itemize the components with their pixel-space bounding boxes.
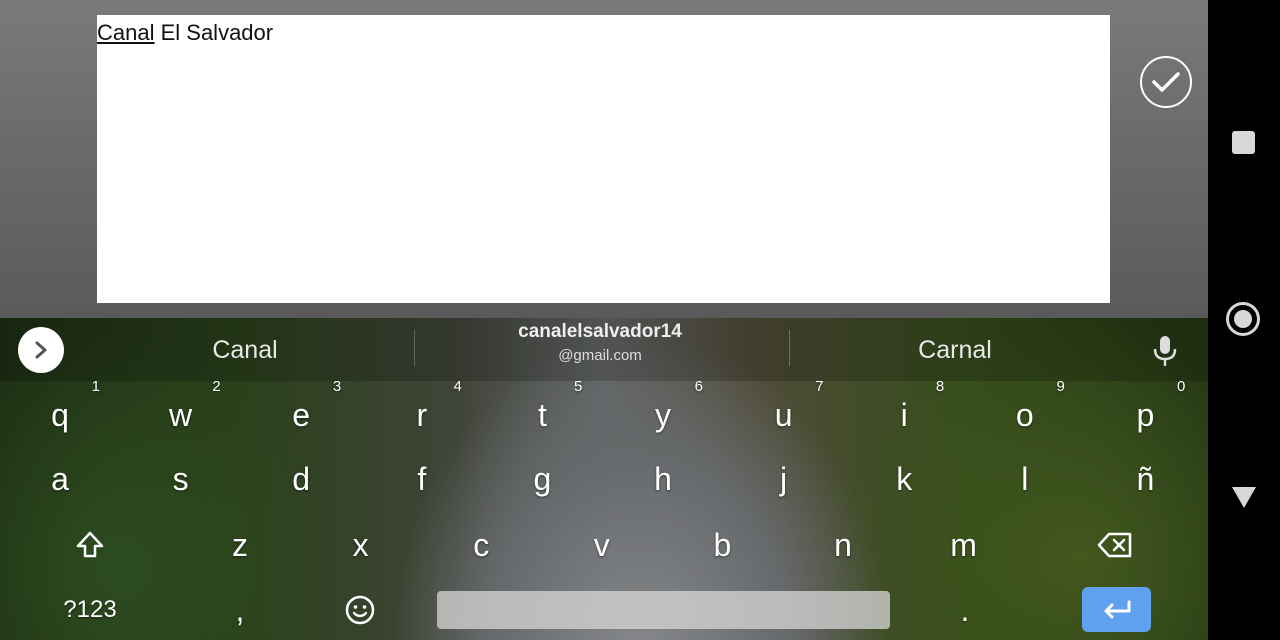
key-i[interactable]: i8 — [854, 378, 954, 445]
key-label: f — [417, 461, 427, 497]
key-h[interactable]: h — [613, 449, 713, 509]
key-x[interactable]: x — [311, 515, 411, 575]
extract-edit-area: Canal El Salvador — [0, 0, 1208, 318]
emoji-icon — [345, 595, 375, 625]
key-label: y — [655, 397, 671, 433]
suggestion-middle-line1: canalelsalvador14 — [518, 321, 682, 342]
back-icon[interactable] — [1232, 487, 1256, 508]
home-icon[interactable] — [1226, 302, 1260, 336]
voice-input-button[interactable] — [1150, 334, 1180, 368]
key-label: c — [473, 527, 490, 563]
suggestion-middle[interactable]: canalelsalvador14 @gmail.com — [430, 321, 770, 364]
key-number-hint: 8 — [935, 378, 945, 395]
key-label: ñ — [1136, 461, 1155, 497]
key-label: b — [713, 527, 732, 563]
key-number-hint: 4 — [453, 378, 462, 395]
key-p[interactable]: p0 — [1095, 378, 1195, 445]
chevron-right-icon — [35, 341, 47, 359]
key-label: h — [654, 461, 672, 497]
microphone-icon — [1153, 336, 1177, 366]
key-o[interactable]: o9 — [975, 378, 1075, 445]
period-key[interactable]: . — [915, 580, 1015, 640]
suggestion-right[interactable]: Carnal — [860, 336, 1050, 365]
key-label: e — [292, 397, 311, 433]
key-e[interactable]: e3 — [251, 378, 351, 445]
key-label: o — [1015, 397, 1034, 433]
key-number-hint: 0 — [1177, 378, 1186, 395]
key-label: i — [900, 397, 908, 433]
key-number-hint: 2 — [212, 378, 221, 395]
shift-icon — [76, 531, 104, 558]
key-l[interactable]: l — [975, 449, 1075, 509]
key-label: w — [169, 397, 193, 433]
key-ñ[interactable]: ñ — [1095, 449, 1195, 509]
emoji-key[interactable] — [310, 580, 410, 640]
key-r[interactable]: r4 — [372, 378, 472, 445]
key-n[interactable]: n — [793, 515, 893, 575]
key-y[interactable]: y6 — [613, 378, 713, 445]
key-label: t — [537, 397, 547, 433]
key-u[interactable]: u7 — [734, 378, 834, 445]
key-w[interactable]: w2 — [131, 378, 231, 445]
suggestion-left[interactable]: Canal — [150, 336, 340, 365]
suggestion-middle-line2: @gmail.com — [558, 347, 642, 364]
key-label: m — [950, 527, 977, 563]
key-label: x — [352, 527, 369, 563]
key-q[interactable]: q1 — [10, 378, 110, 445]
backspace-key[interactable] — [1065, 515, 1165, 575]
keyboard: Canal canalelsalvador14 @gmail.com Carna… — [0, 318, 1208, 640]
key-label: z — [232, 527, 248, 563]
key-k[interactable]: k — [854, 449, 954, 509]
backspace-icon — [1097, 532, 1132, 558]
key-number-hint: 3 — [332, 378, 342, 395]
key-f[interactable]: f — [372, 449, 472, 509]
key-label: l — [1021, 461, 1029, 497]
key-label: r — [416, 397, 428, 433]
suggestion-divider — [414, 330, 415, 366]
key-b[interactable]: b — [672, 515, 772, 575]
recents-icon[interactable] — [1232, 131, 1255, 154]
key-label: q — [51, 397, 69, 433]
key-j[interactable]: j — [734, 449, 834, 509]
key-number-hint: 9 — [1056, 378, 1065, 395]
key-label: k — [896, 461, 913, 497]
key-label: j — [780, 461, 788, 497]
key-label: p — [1136, 397, 1155, 433]
key-m[interactable]: m — [914, 515, 1014, 575]
composing-word: Canal — [97, 20, 155, 45]
suggestion-strip: Canal canalelsalvador14 @gmail.com Carna… — [0, 318, 1208, 381]
key-number-hint: 7 — [815, 378, 824, 395]
key-label: g — [533, 461, 552, 497]
check-icon — [1152, 72, 1180, 92]
key-number-hint: 6 — [694, 378, 703, 395]
enter-key[interactable] — [1082, 587, 1151, 632]
key-number-hint: 5 — [574, 378, 583, 395]
done-button[interactable] — [1140, 56, 1192, 108]
expand-toolbar-button[interactable] — [18, 327, 64, 373]
key-label: n — [834, 527, 852, 563]
comma-key[interactable]: , — [190, 580, 290, 640]
key-s[interactable]: s — [131, 449, 231, 509]
edit-text: El Salvador — [154, 20, 274, 45]
navigation-bar — [1208, 0, 1280, 640]
key-c[interactable]: c — [431, 515, 531, 575]
key-number-hint: 1 — [91, 378, 100, 395]
key-label: s — [172, 461, 189, 497]
space-key[interactable] — [437, 591, 890, 629]
key-label: u — [774, 397, 793, 433]
key-label: d — [292, 461, 311, 497]
text-edit-field[interactable]: Canal El Salvador — [97, 15, 1110, 303]
key-v[interactable]: v — [552, 515, 652, 575]
key-label: a — [51, 461, 69, 497]
key-t[interactable]: t5 — [492, 378, 592, 445]
shift-key[interactable] — [40, 515, 140, 575]
enter-icon — [1104, 600, 1130, 618]
key-d[interactable]: d — [251, 449, 351, 509]
suggestion-divider — [789, 330, 790, 366]
symbols-key[interactable]: ?123 — [40, 580, 140, 640]
key-g[interactable]: g — [492, 449, 592, 509]
key-label: v — [593, 527, 610, 563]
key-z[interactable]: z — [190, 515, 290, 575]
key-a[interactable]: a — [10, 449, 110, 509]
